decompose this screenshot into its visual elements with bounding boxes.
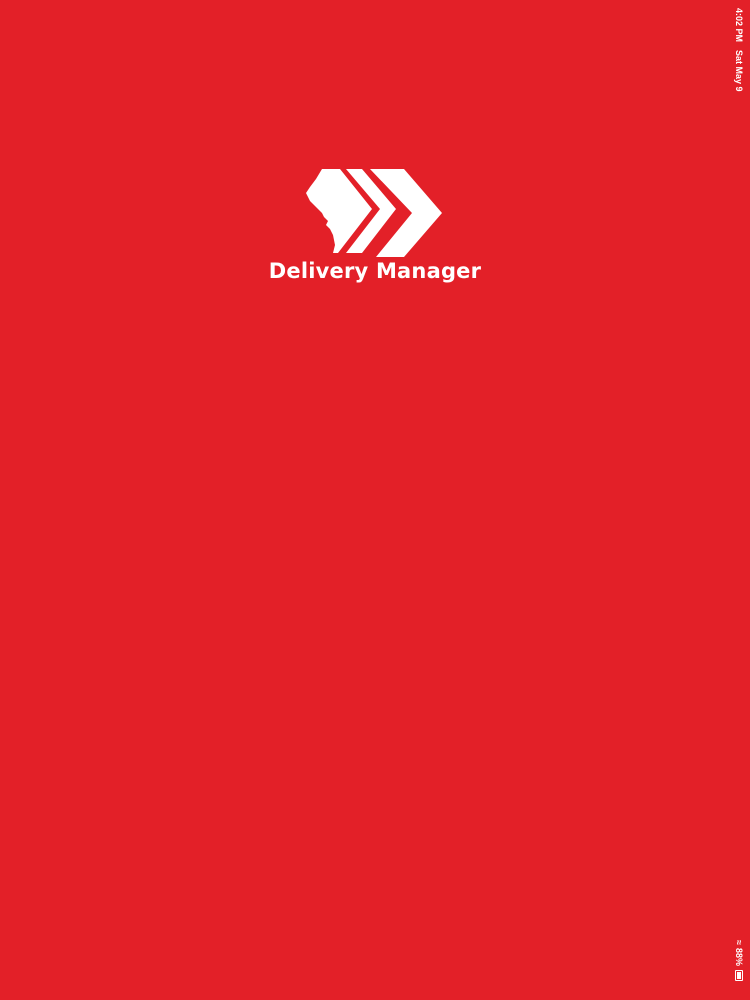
delivery-chevrons-logo: [306, 169, 442, 257]
battery-icon: [735, 969, 743, 981]
status-time: 4:02 PM: [734, 8, 744, 43]
status-bar-bottom: ≈ 88%: [728, 940, 750, 996]
wifi-icon: ≈: [734, 940, 744, 945]
status-bar-top: 4:02 PM Sat May 9: [728, 8, 750, 98]
battery-percent: 88%: [734, 947, 744, 966]
status-date: Sat May 9: [734, 50, 744, 92]
status-bar: 4:02 PM Sat May 9 ≈ 88%: [728, 0, 750, 1000]
app-title: Delivery Manager: [268, 259, 482, 283]
splash-screen: 4:02 PM Sat May 9 ≈ 88% Delivery Manager: [0, 0, 750, 1000]
